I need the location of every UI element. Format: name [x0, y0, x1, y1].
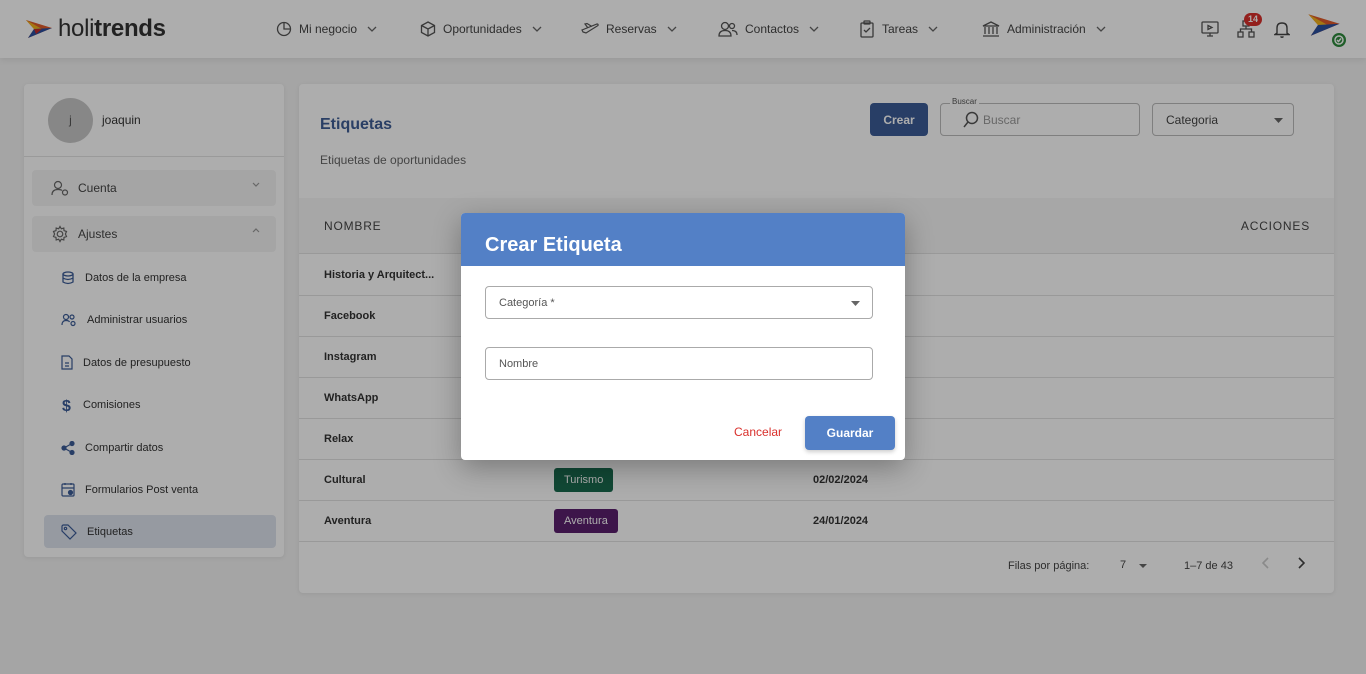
category-select-label: Categoría * — [499, 296, 555, 309]
name-input[interactable]: Nombre — [485, 347, 873, 380]
dialog-header: Crear Etiqueta — [461, 213, 905, 266]
cancel-button[interactable]: Cancelar — [734, 425, 782, 439]
create-tag-dialog: Crear Etiqueta Categoría * Nombre Cancel… — [461, 213, 905, 460]
caret-down-icon — [851, 301, 860, 306]
category-select[interactable]: Categoría * — [485, 286, 873, 319]
name-input-label: Nombre — [499, 357, 539, 370]
save-button[interactable]: Guardar — [805, 416, 895, 450]
dialog-title: Crear Etiqueta — [485, 234, 622, 256]
